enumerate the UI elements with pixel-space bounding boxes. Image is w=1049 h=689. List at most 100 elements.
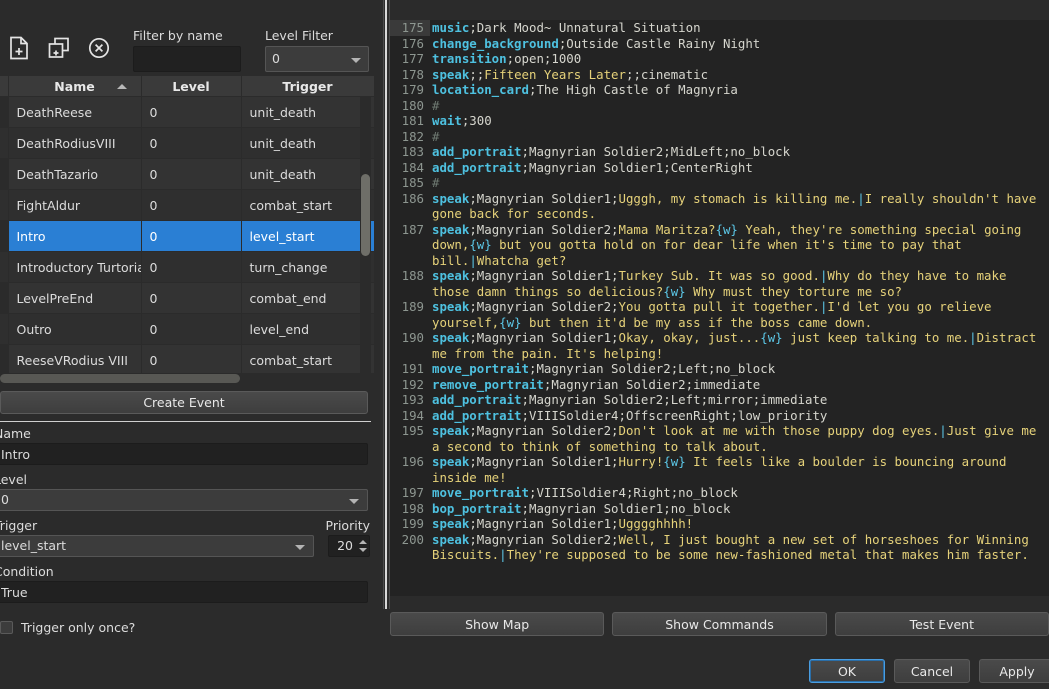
script-line[interactable]: 190 speak;Magnyrian Soldier1;Okay, okay, … (390, 330, 1049, 361)
token-p: ;Magnyrian Soldier1; (469, 454, 619, 469)
line-number: 182 (401, 128, 424, 144)
apply-button[interactable]: Apply (979, 659, 1049, 683)
line-source: move_portrait;Magnyrian Soldier2;Left;no… (430, 361, 1049, 377)
script-line[interactable]: 188 speak;Magnyrian Soldier1;Turkey Sub. … (390, 268, 1049, 299)
table-row[interactable]: FightAldur 0 combat_start (0, 189, 374, 221)
stepper-down-icon[interactable] (359, 548, 367, 552)
cell-name: ReeseVRodius VIII (8, 344, 142, 376)
line-number: 195 (401, 423, 424, 438)
table-row[interactable]: DeathTazario 0 unit_death (0, 158, 374, 190)
trigger-once-row[interactable]: Trigger only once? (0, 620, 372, 635)
trigger-once-checkbox[interactable] (0, 621, 13, 634)
token-p: ;Magnyrian Soldier2;immediate (543, 376, 761, 392)
table-row[interactable]: Intro 0 level_start (0, 220, 374, 252)
name-filter-input[interactable] (133, 46, 241, 72)
event-properties-form: Name Level 0 Trigger level_start Priorit… (0, 426, 372, 635)
script-line[interactable]: 196 speak;Magnyrian Soldier1;Hurry!{w} It… (390, 454, 1049, 485)
column-header-trigger[interactable]: Trigger (241, 76, 374, 97)
token-t: {w} (499, 314, 522, 330)
script-line[interactable]: 189 speak;Magnyrian Soldier2;You gotta pu… (390, 299, 1049, 330)
script-line[interactable]: 178 speak;;Fifteen Years Later;;cinematic (390, 67, 1049, 83)
script-line[interactable]: 176 change_background;Outside Castle Rain… (390, 36, 1049, 52)
line-number: 186 (401, 190, 424, 206)
script-line[interactable]: 180 # (390, 98, 1049, 114)
script-line[interactable]: 186 speak;Magnyrian Soldier1;Ugggh, my st… (390, 191, 1049, 222)
table-row[interactable]: DeathReese 0 unit_death (0, 96, 374, 128)
token-s: You gotta pull it together. (618, 299, 820, 314)
show-commands-button[interactable]: Show Commands (612, 612, 827, 636)
priority-field-label: Priority (325, 518, 371, 533)
table-row[interactable]: Outro 0 level_end (0, 313, 374, 345)
line-number: 180 (401, 97, 424, 113)
script-line[interactable]: 182 # (390, 129, 1049, 145)
line-number: 200 (401, 531, 424, 547)
script-line[interactable]: 195 speak;Magnyrian Soldier2;Don't look a… (390, 423, 1049, 454)
token-s: Don't look at me with those puppy dog ey… (618, 423, 940, 438)
script-line[interactable]: 185 # (390, 175, 1049, 191)
script-line[interactable]: 200 speak;Magnyrian Soldier2;Well, I just… (390, 532, 1049, 563)
event-table-horizontal-scrollbar[interactable] (0, 373, 374, 384)
token-p: ;Magnyrian Soldier1; (469, 190, 619, 206)
script-line[interactable]: 197 move_portrait;VIIISoldier4;Right;no_b… (390, 485, 1049, 501)
name-field[interactable] (0, 443, 368, 465)
scrollbar-thumb[interactable] (0, 374, 240, 383)
token-p: ;Outside Castle Rainy Night (558, 35, 761, 51)
script-line[interactable]: 183 add_portrait;Magnyrian Soldier2;MidLe… (390, 144, 1049, 160)
script-line[interactable]: 177 transition;open;1000 (390, 51, 1049, 67)
show-map-button[interactable]: Show Map (390, 612, 605, 636)
script-line[interactable]: 175 music;Dark Mood~ Unnatural Situation (390, 20, 1049, 36)
cancel-button[interactable]: Cancel (894, 659, 970, 683)
cell-trigger: combat_end (241, 282, 374, 314)
script-line[interactable]: 187 speak;Magnyrian Soldier2;Mama Maritza… (390, 222, 1049, 269)
event-table-vertical-scrollbar[interactable] (360, 96, 371, 378)
condition-field-label: Condition (0, 564, 54, 579)
level-field-select[interactable]: 0 (0, 489, 368, 511)
row-gutter (0, 127, 9, 159)
token-k: add_portrait (432, 407, 522, 423)
token-t: | (499, 547, 507, 562)
cell-level: 0 (141, 282, 242, 314)
script-line[interactable]: 192 remove_portrait;Magnyrian Soldier2;im… (390, 377, 1049, 393)
table-row[interactable]: ReeseVRodius VIII 0 combat_start (0, 344, 374, 376)
token-p: ;Magnyrian Soldier1; (469, 268, 619, 283)
stepper-up-icon[interactable] (359, 540, 367, 544)
script-line[interactable]: 181 wait;300 (390, 113, 1049, 129)
delete-event-icon[interactable] (84, 33, 114, 63)
row-gutter (0, 189, 9, 221)
token-p: ;Magnyrian Soldier1;CenterRight (521, 159, 753, 175)
panel-splitter[interactable] (383, 0, 390, 609)
new-event-icon[interactable] (4, 33, 34, 63)
create-event-button[interactable]: Create Event (0, 391, 368, 414)
script-line[interactable]: 193 add_portrait;Magnyrian Soldier2;Left;… (390, 392, 1049, 408)
table-row[interactable]: Introductory Turtorial 0 turn_change (0, 251, 374, 283)
test-event-button[interactable]: Test Event (834, 612, 1049, 636)
ok-button[interactable]: OK (809, 659, 885, 683)
script-line[interactable]: 198 bop_portrait;Magnyrian Soldier1;no_bl… (390, 501, 1049, 517)
line-number: 179 (401, 82, 424, 97)
trigger-field-select[interactable]: level_start (0, 535, 314, 557)
priority-stepper[interactable]: 20 (328, 535, 370, 557)
duplicate-event-icon[interactable] (44, 33, 74, 63)
cell-name: Introductory Turtorial (8, 251, 142, 283)
name-field-label: Name (0, 426, 31, 441)
event-script-editor[interactable]: 175 music;Dark Mood~ Unnatural Situation 1… (390, 20, 1049, 606)
script-line[interactable]: 194 add_portrait;VIIISoldier4;OffscreenRi… (390, 408, 1049, 424)
table-row[interactable]: LevelPreEnd 0 combat_end (0, 282, 374, 314)
cell-trigger: unit_death (241, 127, 374, 159)
script-line[interactable]: 179 location_card;The High Castle of Magn… (390, 82, 1049, 98)
table-header-row: Name Level Trigger (0, 76, 374, 97)
event-table: Name Level Trigger DeathReese 0 unit_death… (0, 76, 374, 378)
condition-field[interactable] (0, 581, 368, 603)
scrollbar-thumb[interactable] (361, 174, 370, 256)
column-header-name[interactable]: Name (8, 76, 142, 97)
token-k: remove_portrait (432, 376, 544, 392)
token-p: ;Magnyrian Soldier1;no_block (521, 500, 731, 516)
level-filter-select[interactable]: 0 (265, 46, 369, 72)
token-p: ;VIIISoldier4;OffscreenRight;low_priorit… (521, 407, 828, 423)
script-line[interactable]: 199 speak;Magnyrian Soldier1;Ugggghhhh! (390, 516, 1049, 532)
script-line[interactable]: 191 move_portrait;Magnyrian Soldier2;Left… (390, 361, 1049, 377)
table-row[interactable]: DeathRodiusVIII 0 unit_death (0, 127, 374, 159)
cell-name: Intro (8, 220, 142, 252)
script-line[interactable]: 184 add_portrait;Magnyrian Soldier1;Cente… (390, 160, 1049, 176)
column-header-level[interactable]: Level (141, 76, 242, 97)
